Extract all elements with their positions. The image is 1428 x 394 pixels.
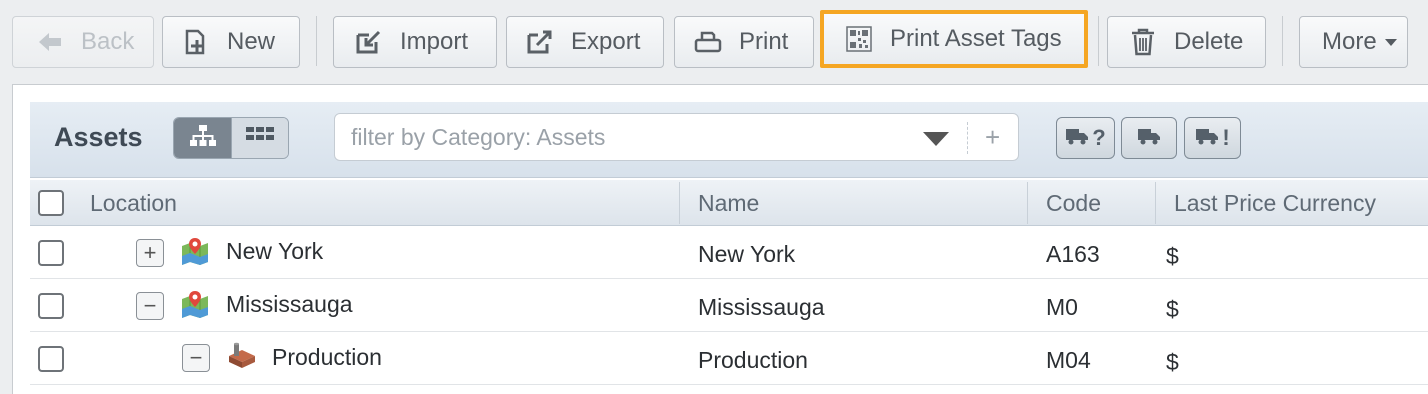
collapse-button[interactable]: −: [136, 292, 164, 320]
location-cell: New York: [226, 238, 324, 264]
truck-icon: [1065, 125, 1089, 151]
filter-placeholder: filter by Category: Assets: [351, 124, 606, 150]
column-header-location[interactable]: Location: [90, 190, 177, 217]
code-cell: M0: [1046, 294, 1078, 320]
print-label: Print: [739, 28, 789, 55]
location-cell: Production: [272, 344, 382, 370]
truck-unknown-button[interactable]: ?: [1056, 117, 1115, 159]
code-cell: M04: [1046, 347, 1091, 373]
grid-icon: [245, 125, 275, 152]
back-button[interactable]: Back: [12, 16, 154, 68]
location-cell: Mississauga: [226, 291, 353, 317]
toolbar-divider: [1282, 16, 1283, 66]
grid-view-button[interactable]: [231, 118, 288, 158]
column-header-last-price-currency[interactable]: Last Price Currency: [1174, 190, 1376, 217]
table-row[interactable]: − Production Production M04 $: [30, 332, 1428, 385]
export-icon: [525, 27, 555, 57]
truck-alert-mark: !: [1222, 125, 1230, 150]
column-header-name[interactable]: Name: [698, 190, 759, 217]
truck-icon: [1195, 125, 1219, 151]
toolbar-divider: [1098, 16, 1099, 66]
name-cell: Mississauga: [698, 294, 825, 320]
row-checkbox[interactable]: [38, 240, 64, 266]
expand-button[interactable]: +: [136, 239, 164, 267]
arrow-left-icon: [35, 27, 65, 57]
import-label: Import: [400, 28, 469, 55]
import-icon: [354, 27, 384, 57]
print-asset-tags-button[interactable]: Print Asset Tags: [820, 10, 1088, 68]
more-button[interactable]: More: [1299, 16, 1408, 68]
column-divider: [1027, 182, 1028, 224]
back-label: Back: [81, 28, 135, 55]
column-divider: [1155, 182, 1156, 224]
table-row[interactable]: − Mississauga Mississauga M0 $: [30, 279, 1428, 332]
delete-button[interactable]: Delete: [1107, 16, 1266, 68]
new-document-icon: [181, 27, 211, 57]
row-checkbox[interactable]: [38, 346, 64, 372]
table-row[interactable]: + New York New York A163 $: [30, 226, 1428, 279]
truck-icon: [1137, 125, 1161, 151]
currency-cell: $: [1166, 296, 1179, 322]
filter-divider: [967, 122, 968, 154]
truck-unknown-mark: ?: [1092, 125, 1106, 150]
truck-alert-button[interactable]: !: [1184, 117, 1241, 159]
new-button[interactable]: New: [162, 16, 300, 68]
add-filter-button[interactable]: +: [985, 122, 1000, 153]
more-label: More: [1322, 28, 1377, 55]
column-header-code[interactable]: Code: [1046, 190, 1101, 217]
delete-label: Delete: [1174, 28, 1244, 55]
category-filter[interactable]: filter by Category: Assets +: [334, 113, 1019, 161]
column-divider: [679, 182, 680, 224]
print-button[interactable]: Print: [674, 16, 814, 68]
chevron-down-icon[interactable]: [923, 132, 949, 146]
factory-icon: [226, 340, 258, 375]
caret-down-icon: [1384, 38, 1397, 46]
hierarchy-icon: [189, 124, 217, 153]
tree-view-button[interactable]: [174, 118, 231, 158]
toolbar: Back New Import Export Print Print Asset…: [0, 0, 1428, 84]
name-cell: Production: [698, 347, 808, 373]
trash-icon: [1128, 27, 1158, 57]
collapse-button[interactable]: −: [182, 344, 210, 372]
select-all-checkbox[interactable]: [38, 190, 64, 216]
page-title: Assets: [54, 122, 143, 152]
row-checkbox[interactable]: [38, 293, 64, 319]
export-label: Export: [571, 28, 641, 55]
name-cell: New York: [698, 241, 796, 267]
location-map-icon: [180, 236, 210, 271]
print-asset-tags-label: Print Asset Tags: [890, 25, 1062, 52]
qr-code-icon: [844, 24, 874, 54]
code-cell: A163: [1046, 241, 1100, 267]
truck-button[interactable]: [1121, 117, 1177, 159]
currency-cell: $: [1166, 349, 1179, 375]
export-button[interactable]: Export: [506, 16, 664, 68]
toolbar-divider: [316, 16, 317, 66]
location-map-icon: [180, 289, 210, 324]
table-header: Location Name Code Last Price Currency: [30, 180, 1428, 226]
new-label: New: [227, 28, 276, 55]
printer-icon: [693, 27, 723, 57]
view-toggle: [173, 117, 289, 159]
import-button[interactable]: Import: [333, 16, 497, 68]
currency-cell: $: [1166, 243, 1179, 269]
